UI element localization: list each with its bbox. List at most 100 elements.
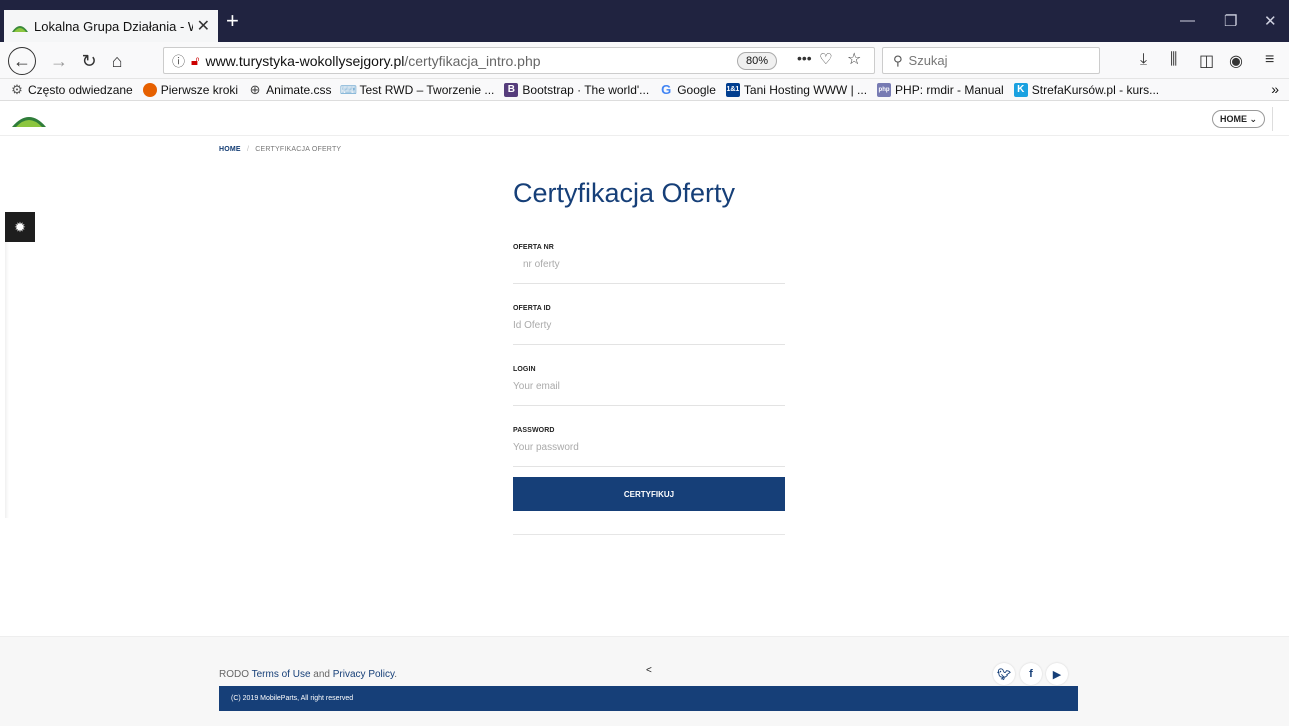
search-placeholder: Szukaj	[908, 53, 948, 68]
password-input[interactable]	[513, 442, 785, 453]
sidebar-icon[interactable]: ◫	[1199, 51, 1214, 71]
footer: RODO Terms of Use and Privacy Policy. ˂ …	[0, 636, 1289, 726]
bookmark-star-icon[interactable]: ☆	[847, 49, 861, 69]
menu-icon[interactable]: ≡	[1265, 51, 1274, 69]
tab-title: Lokalna Grupa Działania - Wok	[34, 18, 193, 34]
bookmarks-toolbar: ⚙ Często odwiedzane Pierwsze kroki ⊕ Anima…	[0, 79, 1289, 101]
more-bookmarks-icon[interactable]: »	[1271, 81, 1279, 97]
browser-navbar: ← → ↻ ⌂ ⓘ 🔓︎ www.turystyka-wokollysejgor…	[0, 42, 1289, 79]
divider	[513, 534, 785, 535]
page-title: Certyfikacja Oferty	[513, 178, 736, 208]
gear-icon: ✹	[14, 218, 26, 235]
login-email-input[interactable]	[513, 381, 785, 392]
download-icon[interactable]: ⤓	[1140, 51, 1147, 69]
info-icon[interactable]: ⓘ	[172, 51, 185, 70]
new-tab-button[interactable]: +	[226, 10, 239, 32]
chevron-down-icon: ⌄	[1249, 114, 1258, 124]
bookmark-label: Pierwsze kroki	[160, 82, 239, 97]
bookmark-label: PHP: rmdir - Manual	[895, 82, 1004, 97]
hosting-icon: 1&1	[725, 82, 740, 97]
login-label: LOGIN	[513, 366, 536, 373]
url-path: /certyfikacja_intro.php	[404, 52, 541, 69]
login-field: LOGIN	[513, 366, 785, 406]
site-favicon-icon	[12, 26, 28, 32]
home-icon[interactable]: ⌂	[104, 48, 130, 74]
back-arrow-icon[interactable]: ←	[8, 47, 36, 75]
offer-nr-field: OFERTA NR	[513, 244, 785, 284]
copyright-bar: (C) 2019 MobileParts, All right reserved	[219, 686, 1078, 711]
pocket-icon[interactable]: ♡	[819, 50, 832, 68]
browser-tab[interactable]: Lokalna Grupa Działania - Wok ✕	[4, 10, 218, 42]
home-menu-label: HOME	[1220, 114, 1247, 124]
close-window-icon[interactable]: ✕	[1264, 12, 1277, 30]
search-icon: ⚲	[893, 52, 903, 68]
breadcrumb-current: CERTYFIKACJA OFERTY	[255, 146, 342, 153]
home-menu-button[interactable]: HOME ⌄	[1212, 110, 1266, 128]
settings-gear-button[interactable]: ✹	[5, 212, 35, 242]
offer-id-label: OFERTA ID	[513, 305, 551, 312]
browser-tab-strip: Lokalna Grupa Działania - Wok ✕ + — ❐ ✕	[0, 0, 1289, 42]
insecure-lock-icon[interactable]: 🔓︎	[191, 53, 199, 69]
page-actions-icon[interactable]: •••	[797, 50, 812, 66]
search-input[interactable]: ⚲ Szukaj	[882, 47, 1100, 74]
bookmark-label: Tani Hosting WWW | ...	[743, 82, 868, 97]
library-icon[interactable]: ⫼	[1170, 51, 1177, 69]
bookmark-item[interactable]: Pierwsze kroki	[142, 82, 239, 97]
account-icon[interactable]: ◉	[1229, 51, 1243, 71]
rwd-icon: ⌨	[339, 82, 358, 97]
privacy-policy-link[interactable]: Privacy Policy	[333, 669, 395, 680]
bookmark-item[interactable]: ⊕ Animate.css	[248, 81, 332, 97]
php-icon: php	[877, 82, 892, 97]
youtube-icon[interactable]: ▶	[1046, 663, 1068, 685]
bookmark-item[interactable]: 1&1 Tani Hosting WWW | ...	[725, 82, 868, 97]
offer-id-field: OFERTA ID	[513, 305, 785, 345]
terms-of-use-link[interactable]: Terms of Use	[252, 669, 311, 680]
bootstrap-icon: B	[504, 82, 519, 97]
twitter-icon[interactable]: 🐦︎	[993, 663, 1015, 685]
facebook-icon[interactable]: f	[1020, 663, 1042, 685]
and-text: and	[313, 669, 330, 680]
password-label: PASSWORD	[513, 427, 555, 434]
restore-icon[interactable]: ❐	[1224, 12, 1237, 30]
bookmark-item[interactable]: G Google	[659, 82, 716, 97]
reload-icon[interactable]: ↻	[76, 48, 102, 74]
url-bar[interactable]: ⓘ 🔓︎ www.turystyka-wokollysejgory.pl/cer…	[163, 47, 875, 74]
divider	[1272, 107, 1273, 131]
globe-icon: ⊕	[249, 81, 261, 97]
zoom-badge[interactable]: 80%	[737, 52, 778, 70]
bookmark-item[interactable]: php PHP: rmdir - Manual	[877, 82, 1004, 97]
bookmark-label: Test RWD – Tworzenie ...	[359, 82, 495, 97]
period-text: .	[394, 669, 398, 680]
google-icon: G	[661, 82, 672, 97]
bookmark-label: Często odwiedzane	[28, 82, 133, 97]
certyfikuj-button[interactable]: CERTYFIKUJ	[513, 477, 785, 511]
rodo-label: RODO	[219, 669, 249, 680]
side-panel-edge	[5, 242, 9, 518]
bookmark-label: Google	[677, 82, 716, 97]
firefox-icon	[142, 82, 157, 97]
bookmark-item[interactable]: B Bootstrap · The world'...	[504, 82, 650, 97]
offer-nr-label: OFERTA NR	[513, 244, 554, 251]
minimize-icon[interactable]: —	[1180, 12, 1195, 29]
password-field: PASSWORD	[513, 427, 785, 467]
offer-id-input[interactable]	[513, 320, 785, 331]
bookmark-label: Bootstrap · The world'...	[522, 82, 650, 97]
footer-links: RODO Terms of Use and Privacy Policy.	[219, 669, 397, 680]
bookmark-item[interactable]: ⚙ Często odwiedzane	[10, 81, 133, 97]
offer-nr-input[interactable]	[513, 259, 785, 270]
site-header: HOME ⌄	[0, 101, 1289, 136]
scroll-top-icon[interactable]: ˂	[646, 665, 652, 676]
breadcrumb-separator: /	[246, 146, 250, 153]
gear-icon: ⚙	[11, 81, 23, 97]
tab-close-icon[interactable]: ✕	[197, 16, 210, 36]
breadcrumb: HOME / CERTYFIKACJA OFERTY	[219, 146, 341, 153]
site-logo-icon[interactable]	[12, 109, 46, 127]
bookmark-item[interactable]: ⌨ Test RWD – Tworzenie ...	[339, 82, 495, 97]
forward-arrow-icon[interactable]: →	[46, 48, 72, 74]
url-host: www.turystyka-wokollysejgory.pl	[205, 52, 405, 69]
bookmark-label: StrefaKursów.pl - kurs...	[1031, 82, 1160, 97]
bookmark-label: Animate.css	[266, 82, 332, 97]
strefa-icon: K	[1013, 82, 1028, 97]
breadcrumb-home-link[interactable]: HOME	[219, 146, 241, 153]
bookmark-item[interactable]: K StrefaKursów.pl - kurs...	[1013, 82, 1160, 97]
